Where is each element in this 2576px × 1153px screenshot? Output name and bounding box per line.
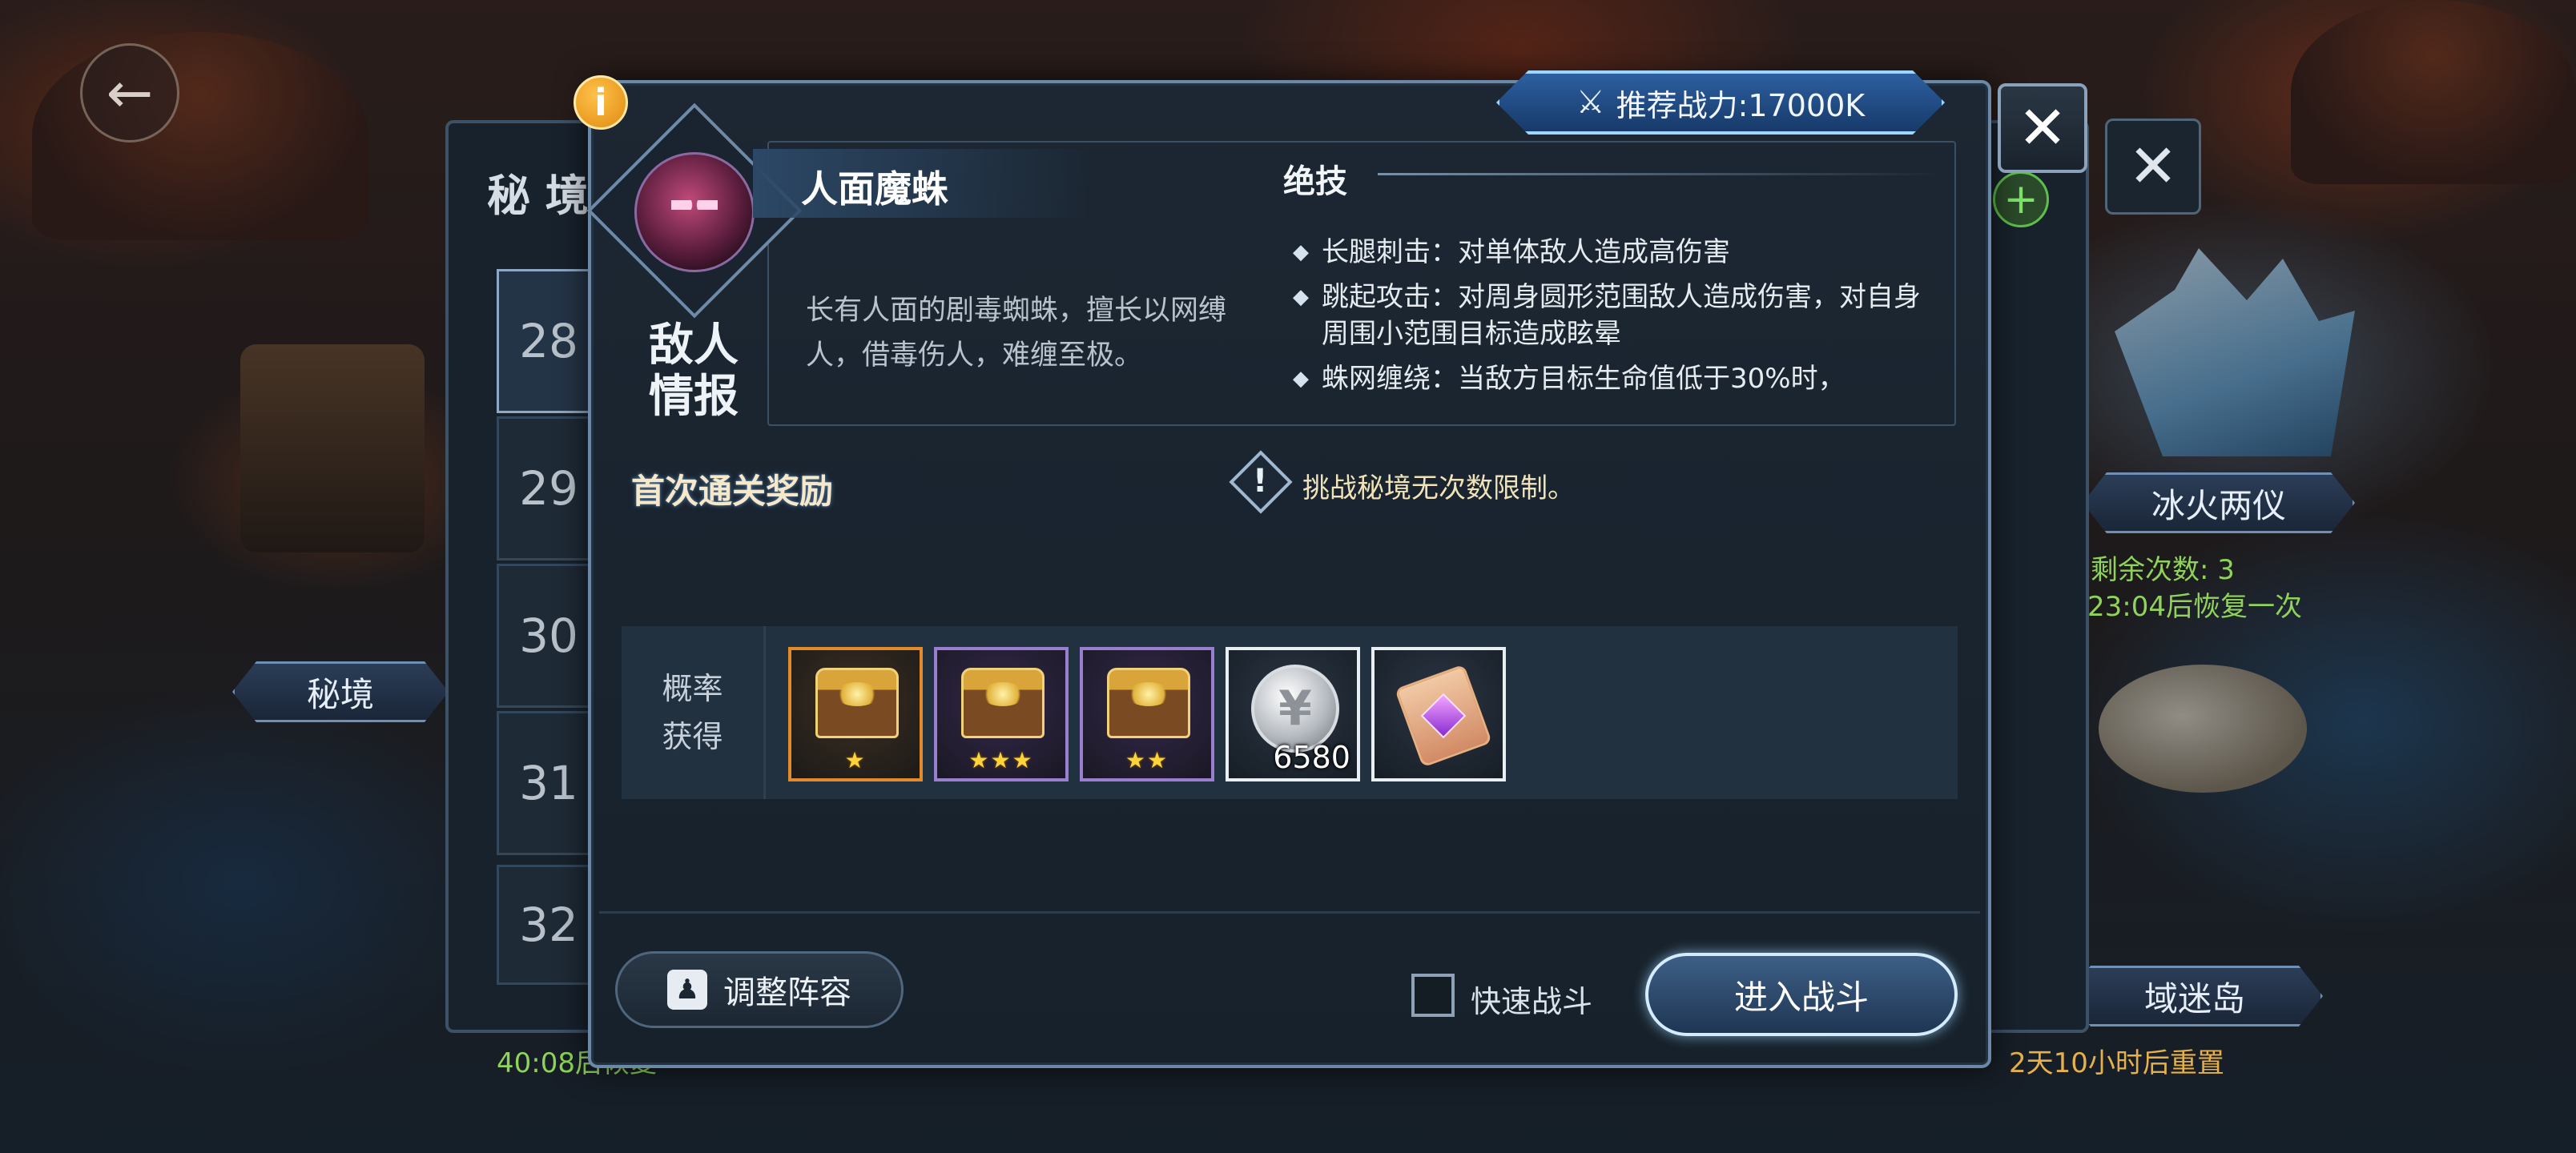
add-attempts-button[interactable]: +: [1993, 171, 2049, 227]
recommended-power-text: 推荐战力:17000K: [1616, 87, 1866, 123]
map-label-ice-fire[interactable]: 冰火两仪: [2083, 472, 2355, 533]
reward-item[interactable]: ★: [788, 647, 923, 781]
treasure-gold: [980, 682, 1025, 706]
recommended-power-banner: ⚔ 推荐战力:17000K: [1496, 70, 1945, 135]
warning-mark: !: [1253, 463, 1268, 500]
first-clear-reward-title: 首次通关奖励: [631, 472, 834, 511]
stage-row[interactable]: 29: [497, 416, 601, 560]
enemy-portrait: [634, 152, 755, 272]
info-button[interactable]: i: [574, 75, 628, 130]
reward-item[interactable]: ★★: [1080, 647, 1214, 781]
panel-title: 秘 境: [487, 171, 589, 221]
map-label-island[interactable]: 域迷岛: [2067, 966, 2323, 1026]
coin-count: 6580: [1273, 740, 1350, 775]
reward-item[interactable]: ¥ 6580: [1226, 647, 1360, 781]
diamond-bullet-icon: ◆: [1293, 240, 1309, 264]
close-icon: ✕: [2017, 94, 2067, 163]
stage-row[interactable]: 30: [497, 564, 601, 708]
map-label-secret-realm[interactable]: 秘境: [232, 661, 449, 722]
enemy-description: 长有人面的剧毒蜘蛛，擅长以网缚人，借毒伤人，难缠至极。: [806, 295, 1227, 372]
diamond-bullet-icon: ◆: [1293, 285, 1309, 309]
portrait-detail: [671, 200, 718, 210]
diamond-bullet-icon: ◆: [1293, 367, 1309, 391]
treasure-gold: [1126, 682, 1171, 706]
close-icon: ✕: [2127, 132, 2178, 201]
lineup-icon: ♟: [667, 970, 707, 1010]
dialog-close-button[interactable]: ✕: [1998, 83, 2087, 173]
drop-label: 概率 获得: [622, 626, 766, 799]
plus-icon: +: [2003, 175, 2039, 223]
reset-timer-text: 2天10小时后重置: [2009, 1047, 2224, 1079]
skill-item: ◆ 跳起攻击：对周身圆形范围敌人造成伤害，对自身周围小范围目标造成眩晕: [1282, 279, 1922, 352]
star-rating: ★★: [1125, 747, 1169, 773]
footer-divider: [599, 911, 1980, 914]
remaining-count-text: 剩余次数: 3: [2091, 554, 2235, 586]
skills-divider: [1378, 173, 1938, 175]
info-icon: i: [594, 81, 607, 124]
reward-item[interactable]: [1371, 647, 1506, 781]
stage-row[interactable]: 32: [497, 865, 601, 985]
reward-item[interactable]: ★★★: [934, 647, 1069, 781]
recover-timer-text: 23:04后恢复一次: [2087, 591, 2302, 623]
enemy-info-title: 敌人 情报: [649, 319, 739, 423]
stage-row[interactable]: 31: [497, 711, 601, 855]
notice-text: 挑战秘境无次数限制。: [1302, 472, 1575, 504]
skills-list: ◆ 长腿刺击：对单体敌人造成高伤害 ◆ 跳起攻击：对周身圆形范围敌人造成伤害，对自身…: [1282, 234, 1922, 405]
crossed-swords-icon: ⚔: [1576, 84, 1605, 121]
enter-battle-button[interactable]: 进入战斗: [1645, 953, 1958, 1036]
enemy-name: 人面魔蛛: [801, 167, 948, 211]
quick-battle-checkbox[interactable]: [1411, 974, 1455, 1017]
back-button[interactable]: ←: [80, 43, 179, 143]
arrow-left-icon: ←: [106, 60, 154, 126]
stage-row[interactable]: 28: [497, 269, 601, 413]
quick-battle-label: 快速战斗: [1471, 984, 1593, 1019]
adjust-lineup-button[interactable]: ♟ 调整阵容: [615, 951, 904, 1028]
star-rating: ★: [844, 747, 867, 773]
skill-item: ◆ 蛛网缠绕：当敌方目标生命值低于30%时，: [1282, 360, 1922, 397]
skill-item: ◆ 长腿刺击：对单体敌人造成高伤害: [1282, 234, 1922, 271]
star-rating: ★★★: [968, 747, 1034, 773]
panel-close-button[interactable]: ✕: [2105, 119, 2201, 215]
treasure-gold: [835, 682, 879, 706]
skills-title: 绝技: [1283, 163, 1347, 200]
